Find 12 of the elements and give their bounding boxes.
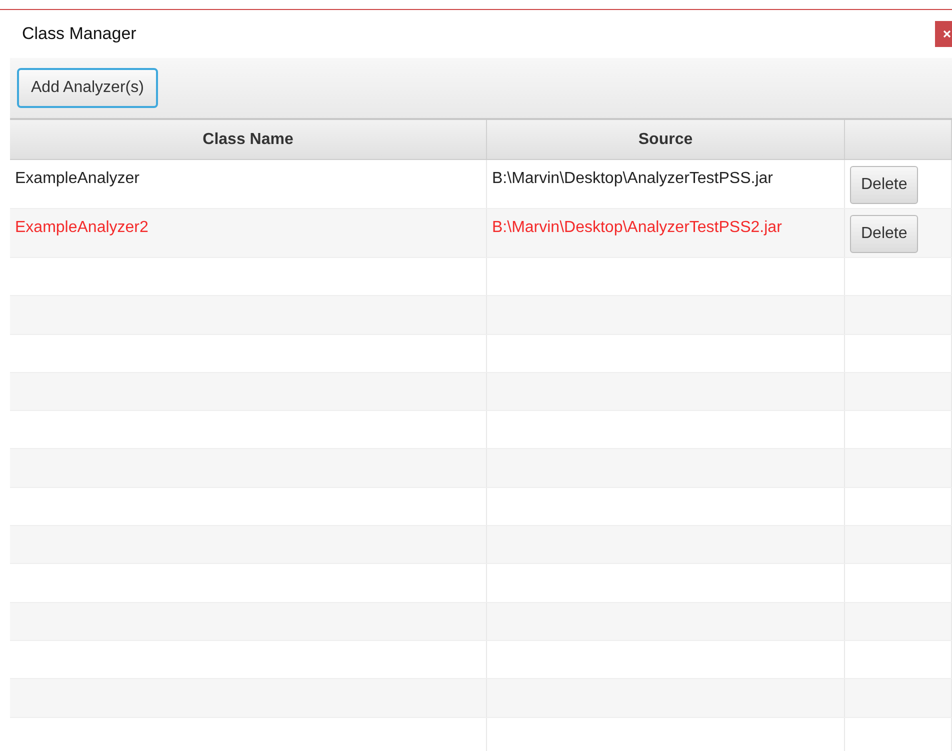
table-cell: ExampleAnalyzer2 xyxy=(10,209,487,257)
table-cell: B:\Marvin\Desktop\AnalyzerTestPSS2.jar xyxy=(487,209,845,257)
table-cell: ExampleAnalyzer xyxy=(10,160,487,208)
add-analyzer-button[interactable]: Add Analyzer(s) xyxy=(17,68,158,108)
close-button[interactable] xyxy=(935,21,952,47)
delete-button[interactable]: Delete xyxy=(850,166,918,204)
column-header[interactable]: Class Name xyxy=(10,120,487,159)
column-header[interactable]: Source xyxy=(487,120,845,159)
window-title: Class Manager xyxy=(22,24,136,44)
table-cell: B:\Marvin\Desktop\AnalyzerTestPSS.jar xyxy=(487,160,845,208)
close-icon xyxy=(943,30,951,38)
delete-button[interactable]: Delete xyxy=(850,215,918,253)
